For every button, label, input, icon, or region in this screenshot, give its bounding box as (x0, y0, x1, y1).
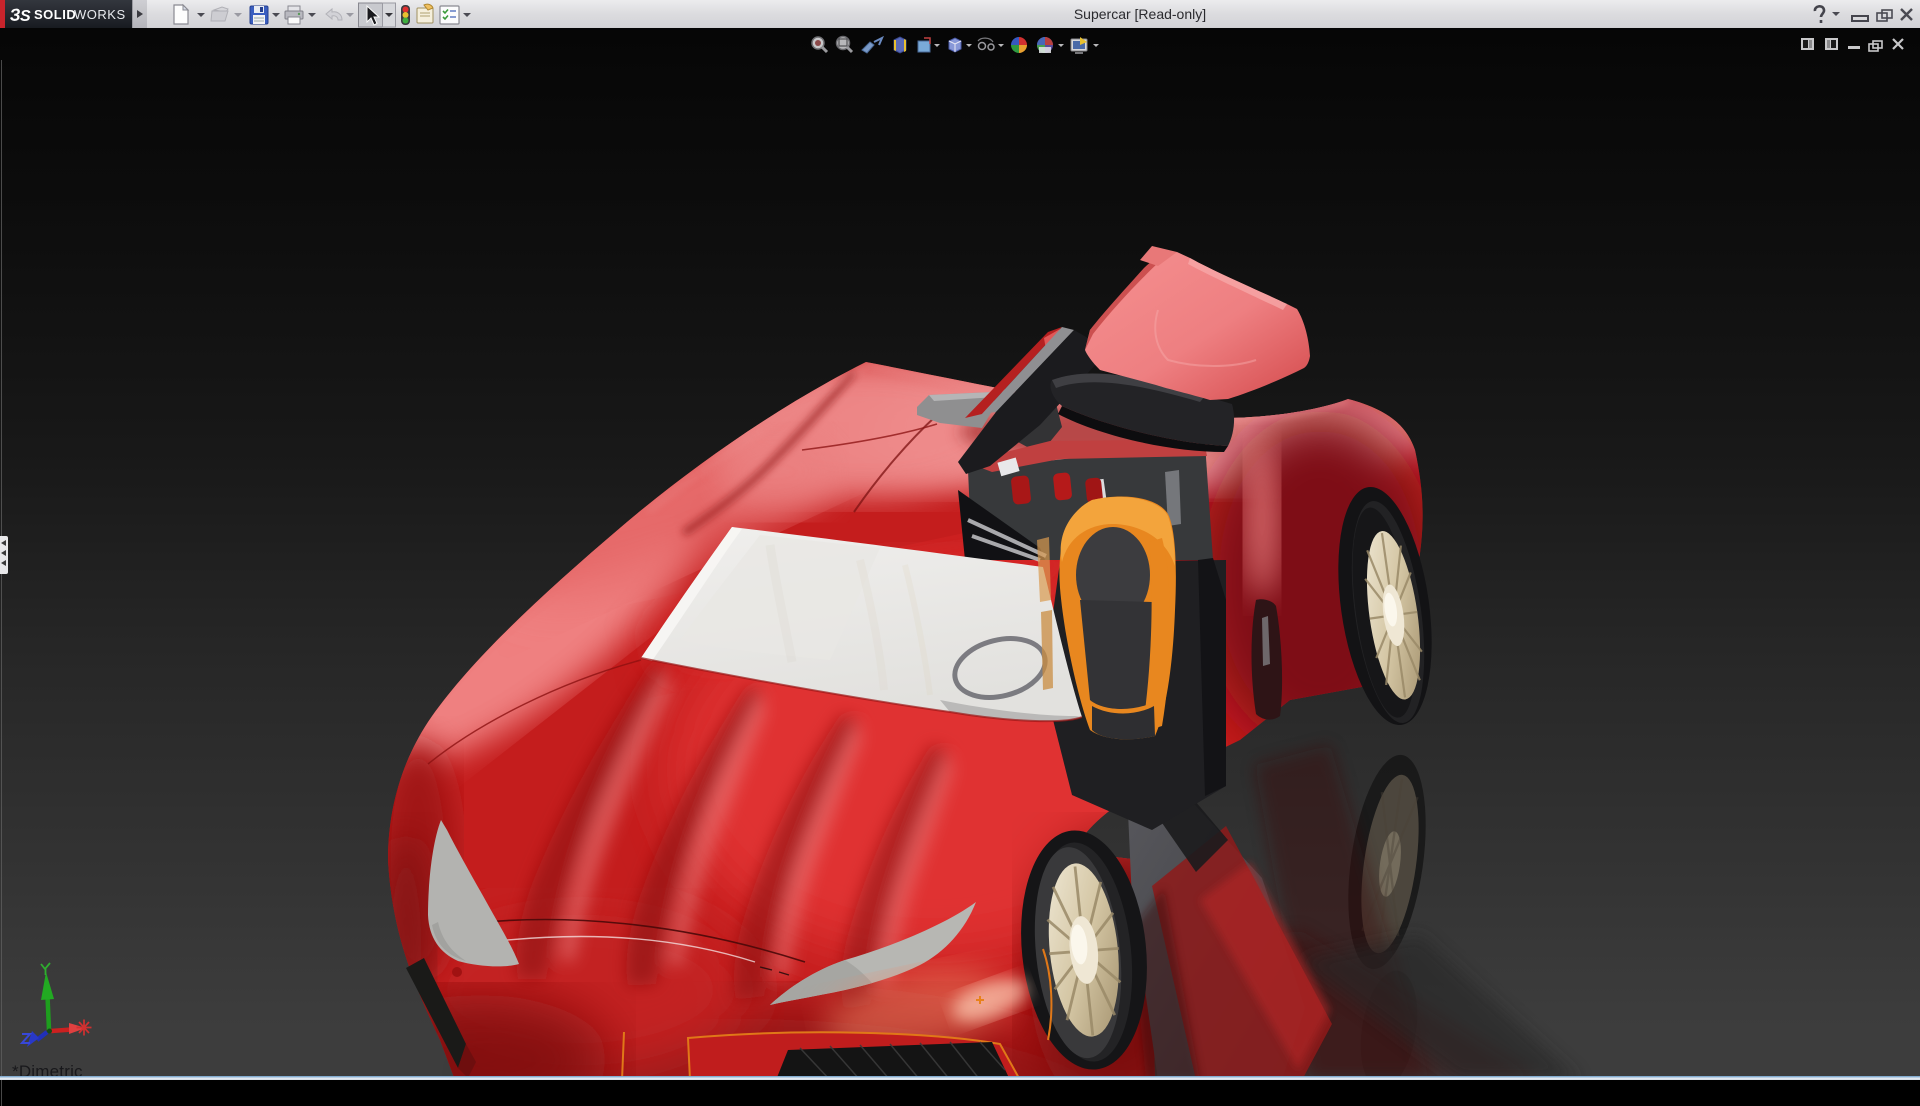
svg-text:WORKS: WORKS (74, 7, 126, 22)
svg-text:S: S (20, 8, 31, 25)
svg-text:SOLID: SOLID (34, 7, 76, 22)
